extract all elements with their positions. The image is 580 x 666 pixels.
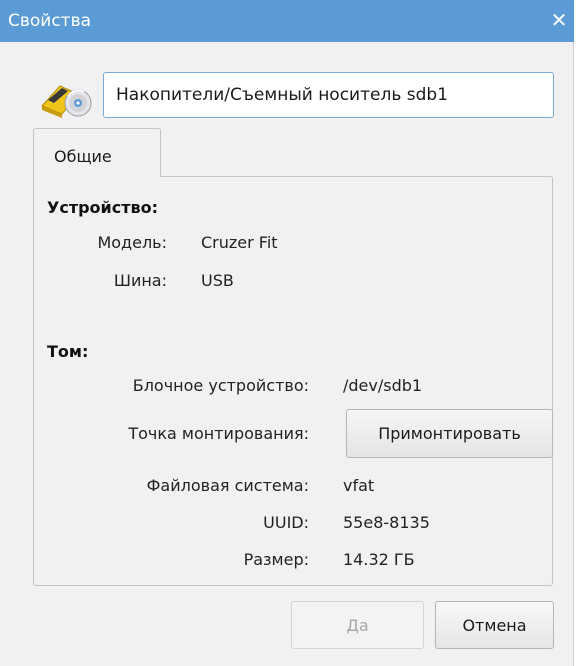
removable-drive-icon [38,76,94,118]
filesystem-label: Файловая система: [146,476,309,495]
model-value: Cruzer Fit [201,233,278,252]
uuid-label: UUID: [263,513,309,532]
uuid-value: 55e8-8135 [343,513,430,532]
device-section-heading: Устройство: [47,198,159,217]
close-icon[interactable]: ✕ [548,8,570,32]
tab-label: Общие [54,147,112,166]
title-bar[interactable]: Свойства ✕ [0,0,574,42]
tab-general[interactable]: Общие [33,128,161,177]
properties-dialog: Свойства ✕ Общие Устройство: Модель: Cru… [0,0,574,666]
bus-value: USB [201,271,234,290]
block-device-value: /dev/sdb1 [343,376,423,395]
size-value: 14.32 ГБ [343,550,415,569]
cancel-button[interactable]: Отмена [435,601,554,649]
ok-button[interactable]: Да [291,601,424,649]
bus-label: Шина: [113,271,167,290]
filesystem-value: vfat [343,476,375,495]
model-label: Модель: [97,233,167,252]
volume-section-heading: Том: [47,342,89,361]
mount-point-label: Точка монтирования: [128,424,309,443]
name-field[interactable] [103,72,554,118]
size-label: Размер: [243,550,309,569]
window-title: Свойства [8,11,92,31]
block-device-label: Блочное устройство: [132,376,309,395]
mount-button[interactable]: Примонтировать [346,409,553,458]
